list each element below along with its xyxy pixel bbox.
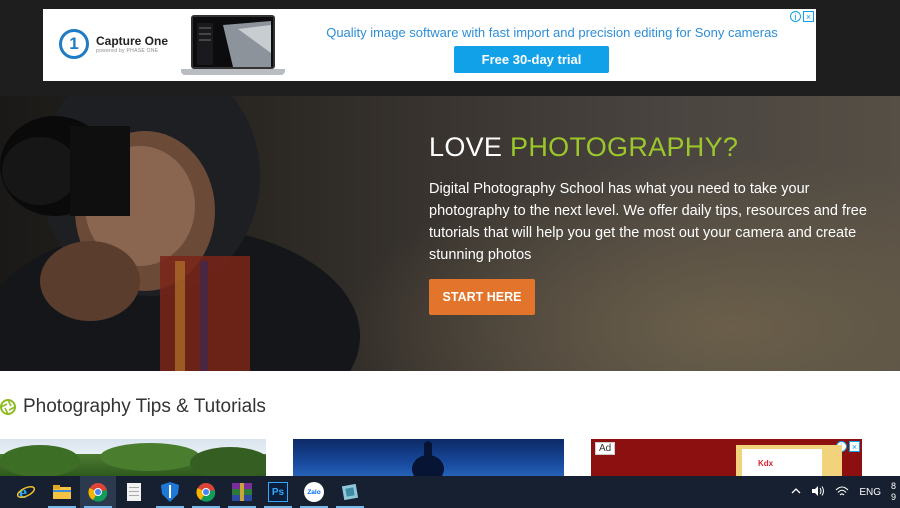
zalo-label: Zalo bbox=[304, 482, 324, 502]
chrome-icon[interactable] bbox=[80, 476, 116, 508]
ad-brand-sub: powered by PHASE ONE bbox=[96, 48, 159, 54]
hero-title-accent: PHOTOGRAPHY? bbox=[510, 132, 739, 162]
section-title: Photography Tips & Tutorials bbox=[23, 396, 266, 417]
wifi-icon[interactable] bbox=[835, 485, 849, 500]
clock[interactable]: 8 9 bbox=[891, 481, 896, 503]
language-indicator[interactable]: ENG bbox=[859, 487, 881, 498]
ad-tagline[interactable]: Quality image software with fast import … bbox=[299, 25, 805, 40]
ad-close-icon[interactable]: × bbox=[849, 441, 860, 452]
start-here-button[interactable]: START HERE bbox=[429, 279, 535, 315]
chrome-icon-2[interactable] bbox=[188, 476, 224, 508]
internet-explorer-icon[interactable]: e bbox=[8, 476, 44, 508]
article-thumbnail-park[interactable] bbox=[0, 439, 266, 476]
free-trial-button[interactable]: Free 30-day trial bbox=[454, 46, 609, 73]
laptop-image bbox=[181, 15, 285, 75]
notepad-icon[interactable] bbox=[116, 476, 152, 508]
winrar-icon[interactable] bbox=[224, 476, 260, 508]
article-thumbnail-silhouette[interactable] bbox=[293, 439, 564, 476]
hero-description: Digital Photography School has what you … bbox=[429, 181, 867, 263]
sidebar-ad[interactable]: Ad i × Kdx bbox=[591, 439, 862, 476]
chevron-up-icon[interactable] bbox=[791, 486, 801, 499]
svg-text:e: e bbox=[19, 482, 27, 502]
photoshop-icon[interactable]: Ps bbox=[260, 476, 296, 508]
clock-time: 8 bbox=[890, 481, 896, 491]
capture-one-logo-mark: 1 bbox=[59, 29, 89, 59]
top-ad-strip: 1 Capture One powered by PHASE ONE Quali… bbox=[0, 0, 900, 96]
section-heading: Photography Tips & Tutorials bbox=[0, 396, 266, 418]
system-tray: ENG 8 9 bbox=[791, 476, 900, 508]
ad-brand-name: Capture One bbox=[96, 34, 169, 48]
hero-title: LOVE PHOTOGRAPHY? bbox=[429, 132, 738, 163]
ad-close-icon[interactable]: × bbox=[803, 11, 814, 22]
ad-label: Ad bbox=[595, 442, 616, 455]
svg-text:Kdx: Kdx bbox=[758, 459, 774, 468]
capture-one-logo: 1 Capture One powered by PHASE ONE bbox=[59, 29, 168, 59]
hero-title-plain: LOVE bbox=[429, 132, 511, 162]
volume-icon[interactable] bbox=[811, 485, 825, 500]
app-icon[interactable] bbox=[332, 476, 368, 508]
clock-date: 9 bbox=[890, 492, 896, 502]
windows-taskbar: e Ps Zalo ENG 8 9 bbox=[0, 476, 900, 508]
photoshop-label: Ps bbox=[268, 482, 288, 502]
file-explorer-icon[interactable] bbox=[44, 476, 80, 508]
hero-section: LOVE PHOTOGRAPHY? Digital Photography Sc… bbox=[0, 96, 900, 371]
zalo-icon[interactable]: Zalo bbox=[296, 476, 332, 508]
adchoices[interactable]: i × bbox=[790, 11, 814, 22]
aperture-icon bbox=[0, 399, 16, 415]
ad-product-image: Kdx bbox=[736, 445, 842, 476]
ad-info-icon[interactable]: i bbox=[790, 11, 801, 22]
ad-banner[interactable]: 1 Capture One powered by PHASE ONE Quali… bbox=[43, 9, 816, 81]
windows-defender-icon[interactable] bbox=[152, 476, 188, 508]
photographer-image bbox=[0, 96, 360, 371]
